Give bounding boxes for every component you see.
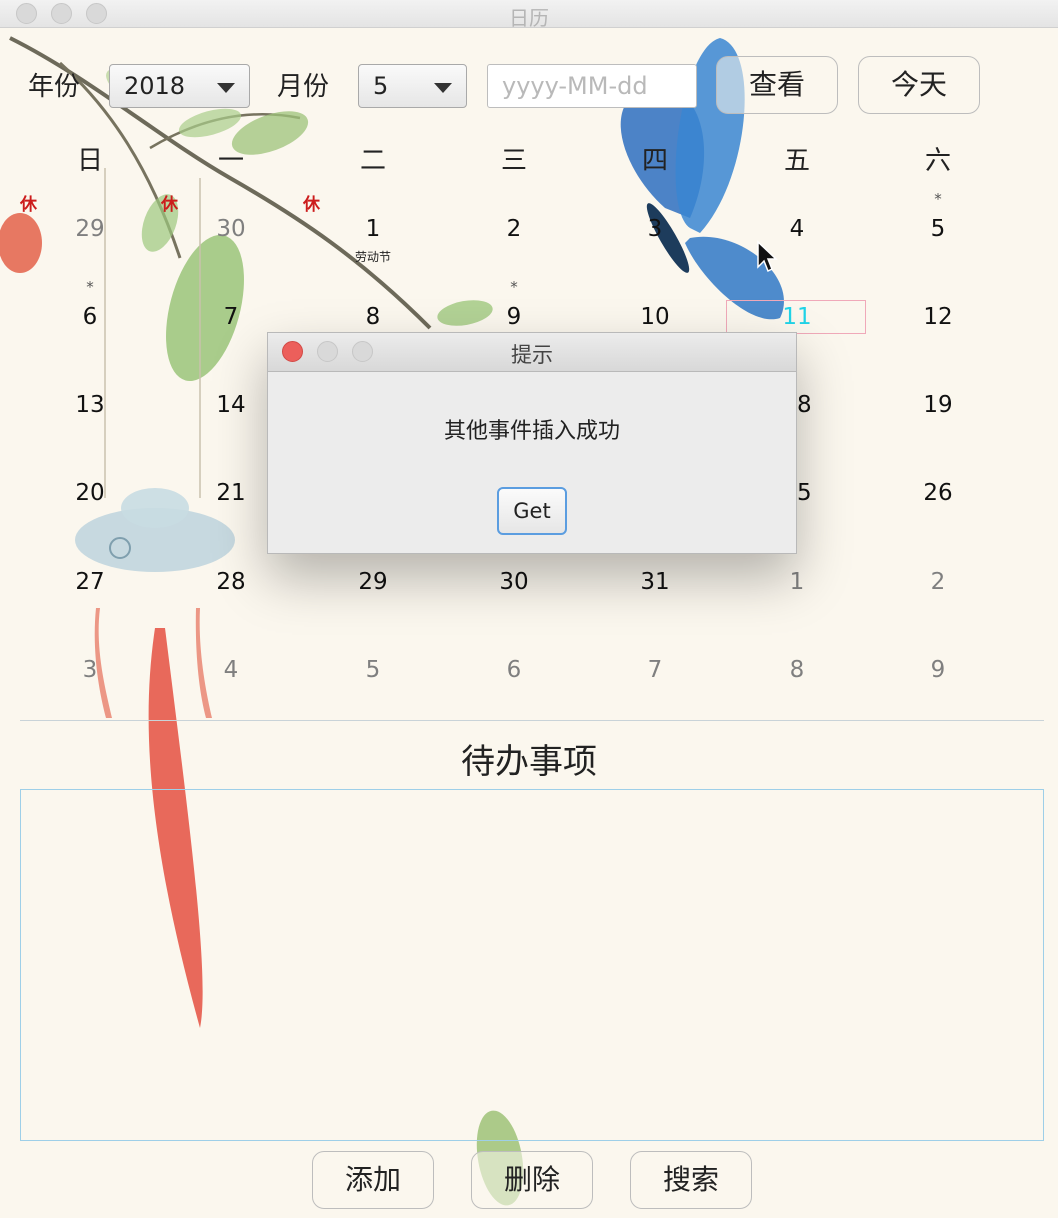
rest-day-mark: 休 xyxy=(303,195,320,215)
calendar-day[interactable]: 6 xyxy=(50,304,130,330)
rest-day-mark: 休 xyxy=(20,195,37,215)
calendar-day[interactable]: 27 xyxy=(50,569,130,595)
calendar-day[interactable]: 2 xyxy=(474,216,554,242)
window-title: 日历 xyxy=(509,6,549,30)
calendar-day[interactable]: 29 xyxy=(50,216,130,242)
calendar-day[interactable]: 8 xyxy=(333,304,413,330)
todo-title: 待办事项 xyxy=(461,742,597,782)
calendar-day[interactable]: 29 xyxy=(333,569,413,595)
month-select[interactable]: 5 xyxy=(358,64,467,108)
calendar-day[interactable]: 30 xyxy=(191,216,271,242)
year-select[interactable]: 2018 xyxy=(109,64,250,108)
calendar-day[interactable]: 5 xyxy=(333,657,413,683)
mouse-cursor-icon xyxy=(757,240,778,273)
view-button[interactable]: 查看 xyxy=(716,56,838,114)
chevron-down-icon xyxy=(434,83,452,93)
calendar-day[interactable]: 8 xyxy=(757,657,837,683)
calendar-day[interactable]: 9 xyxy=(474,304,554,330)
calendar-day[interactable]: 1 xyxy=(757,569,837,595)
calendar-day[interactable]: 7 xyxy=(191,304,271,330)
calendar-day[interactable]: 13 xyxy=(50,392,130,418)
rest-day-mark: 休 xyxy=(161,195,178,215)
chevron-down-icon xyxy=(217,83,235,93)
calendar-day[interactable]: 4 xyxy=(191,657,271,683)
calendar-day[interactable]: 9 xyxy=(898,657,978,683)
calendar-day[interactable]: 6 xyxy=(474,657,554,683)
delete-button[interactable]: 删除 xyxy=(471,1151,593,1209)
calendar-day[interactable]: 30 xyxy=(474,569,554,595)
calendar-day[interactable]: 21 xyxy=(191,480,271,506)
calendar-day[interactable]: 14 xyxy=(191,392,271,418)
window-titlebar: 日历 xyxy=(0,0,1058,30)
year-label: 年份 xyxy=(28,72,81,102)
calendar-day[interactable]: 31 xyxy=(615,569,695,595)
calendar-day[interactable]: 4 xyxy=(757,216,837,242)
dialog-message: 其他事件插入成功 xyxy=(443,419,620,444)
weekday-wed: 三 xyxy=(500,146,527,176)
calendar-day[interactable]: 1 xyxy=(333,216,413,242)
date-input[interactable] xyxy=(487,64,697,108)
event-mark: * xyxy=(86,278,94,296)
year-value: 2018 xyxy=(124,72,186,100)
alert-dialog: 提示 其他事件插入成功 Get xyxy=(267,332,797,554)
month-label: 月份 xyxy=(277,72,330,102)
add-button[interactable]: 添加 xyxy=(312,1151,434,1209)
calendar-day[interactable]: 3 xyxy=(615,216,695,242)
weekday-sun: 日 xyxy=(76,146,103,176)
weekday-thu: 四 xyxy=(641,146,668,176)
search-button[interactable]: 搜索 xyxy=(630,1151,752,1209)
weekday-mon: 一 xyxy=(217,146,244,176)
festival-label: 劳动节 xyxy=(354,250,391,264)
calendar-day[interactable]: 3 xyxy=(50,657,130,683)
today-button[interactable]: 今天 xyxy=(858,56,980,114)
calendar-day[interactable]: 7 xyxy=(615,657,695,683)
today-highlight xyxy=(726,300,866,334)
event-mark: * xyxy=(934,190,942,208)
dialog-title: 提示 xyxy=(511,343,553,367)
weekday-fri: 五 xyxy=(783,146,810,176)
calendar-day[interactable]: 20 xyxy=(50,480,130,506)
calendar-day[interactable]: 26 xyxy=(898,480,978,506)
get-button[interactable]: Get xyxy=(497,487,567,535)
calendar-day[interactable]: 12 xyxy=(898,304,978,330)
calendar-day[interactable]: 19 xyxy=(898,392,978,418)
todo-list[interactable] xyxy=(20,789,1044,1141)
calendar-day[interactable]: 28 xyxy=(191,569,271,595)
divider xyxy=(20,720,1044,721)
calendar-day[interactable]: 10 xyxy=(615,304,695,330)
month-value: 5 xyxy=(373,72,389,100)
dialog-titlebar: 提示 xyxy=(268,333,796,372)
event-mark: * xyxy=(510,278,518,296)
weekday-tue: 二 xyxy=(359,146,386,176)
weekday-sat: 六 xyxy=(924,146,951,176)
calendar-day[interactable]: 5 xyxy=(898,216,978,242)
calendar-day[interactable]: 2 xyxy=(898,569,978,595)
